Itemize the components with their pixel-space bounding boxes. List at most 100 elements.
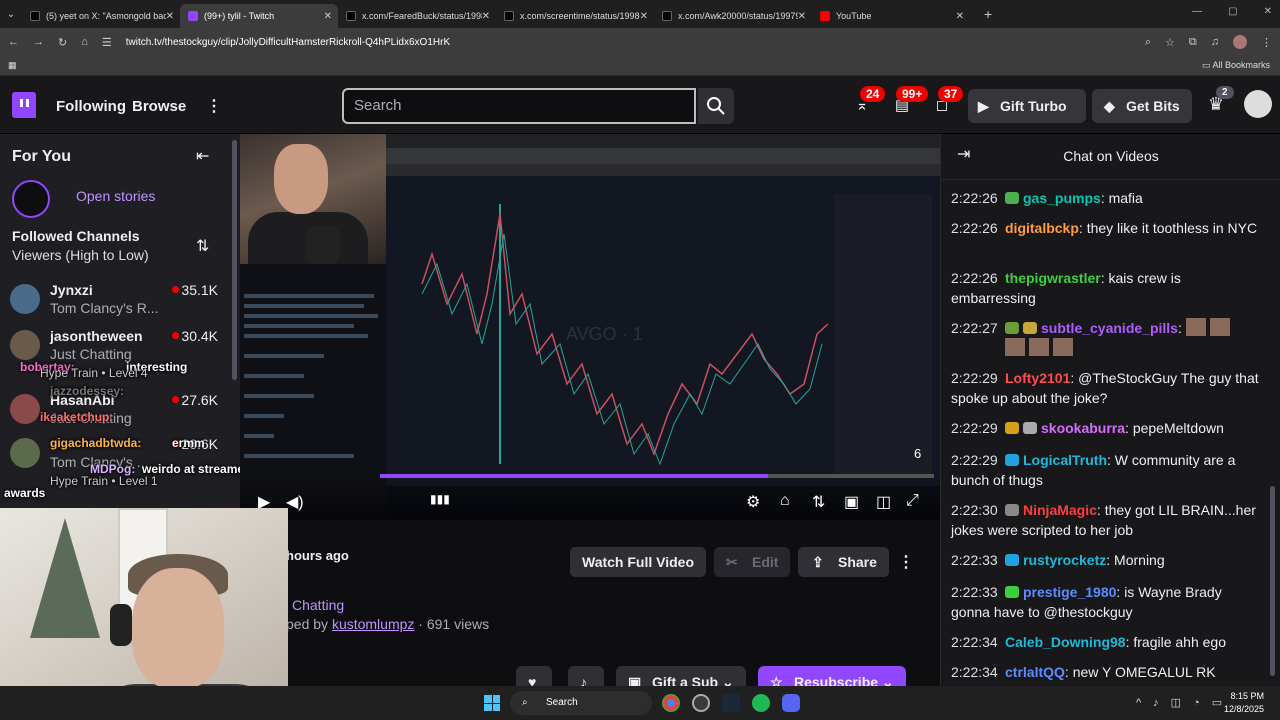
- volume-icon[interactable]: ◀): [286, 492, 304, 512]
- browser-tab-3[interactable]: x.com/FearedBuck/status/1998... ✕: [338, 4, 496, 28]
- chat-scrollbar[interactable]: [1270, 486, 1275, 676]
- settings-gear-icon[interactable]: ⚙: [746, 492, 760, 512]
- chat-username[interactable]: gas_pumps: [1023, 190, 1101, 206]
- category-link[interactable]: Chatting: [292, 597, 344, 613]
- following-link[interactable]: Following: [56, 98, 126, 115]
- mini-player-icon[interactable]: ▣: [844, 492, 859, 512]
- taskbar-clock[interactable]: 8:15 PM 12/8/2025: [1214, 690, 1264, 716]
- bookmark-star-icon[interactable]: ☆: [1165, 36, 1175, 49]
- extensions-icon[interactable]: ⧉: [1189, 36, 1197, 49]
- chat-username[interactable]: skookaburra: [1041, 420, 1125, 436]
- back-icon[interactable]: ←: [8, 36, 19, 48]
- cast-icon[interactable]: ⌂: [780, 492, 790, 510]
- all-bookmarks-link[interactable]: ▭ All Bookmarks: [1202, 60, 1270, 71]
- collapse-sidebar-icon[interactable]: ⇤: [196, 146, 209, 166]
- minimize-icon[interactable]: —: [1192, 6, 1202, 17]
- close-window-icon[interactable]: ✕: [1264, 6, 1272, 17]
- home-icon[interactable]: ⌂: [81, 36, 88, 48]
- clipper-user-link[interactable]: kustomlumpz: [332, 616, 414, 632]
- browser-tab-2[interactable]: (99+) tylil - Twitch ✕: [180, 4, 338, 28]
- zoom-icon[interactable]: ⌕: [1145, 36, 1151, 49]
- message-time: 2:22:34: [951, 664, 998, 680]
- share-label: Share: [838, 554, 877, 570]
- edit-button[interactable]: ✂ Edit: [714, 547, 791, 577]
- obs-icon[interactable]: [692, 694, 710, 712]
- new-tab-icon[interactable]: +: [984, 6, 992, 22]
- whispers-badge: 37: [938, 86, 964, 102]
- clipped-by-line: ped by kustomlumpz · 691 views: [286, 616, 489, 632]
- apps-grid-icon[interactable]: ▦: [8, 60, 17, 71]
- more-options-icon[interactable]: ⋮: [898, 552, 914, 572]
- browse-link[interactable]: Browse: [132, 98, 186, 115]
- close-tab-icon[interactable]: ✕: [640, 11, 648, 22]
- search-input[interactable]: Search: [342, 88, 696, 124]
- gift-turbo-button[interactable]: ▶ Gift Turbo: [968, 89, 1086, 123]
- discord-icon[interactable]: [782, 694, 800, 712]
- message-time: 2:22:29: [951, 452, 998, 468]
- open-stories-link[interactable]: Open stories: [76, 188, 155, 204]
- close-tab-icon[interactable]: ✕: [324, 11, 332, 22]
- chat-username[interactable]: subtle_cyanide_pills: [1041, 320, 1178, 336]
- chat-username[interactable]: NinjaMagic: [1023, 502, 1097, 518]
- user-avatar[interactable]: [1244, 90, 1272, 118]
- chat-username[interactable]: LogicalTruth: [1023, 452, 1107, 468]
- get-bits-button[interactable]: ◆ Get Bits: [1092, 89, 1192, 123]
- media-icon[interactable]: ♫: [1211, 36, 1219, 48]
- video-player[interactable]: AVGO · 1 6 ▶ ◀) ▮▮▮ ⚙ ⌂ ⇅ ▣ ◫ ⤢: [240, 134, 940, 520]
- clip-icon[interactable]: ⇅: [812, 492, 825, 512]
- spotify-icon[interactable]: [752, 694, 770, 712]
- search-icon: [707, 97, 725, 115]
- stories-icon[interactable]: [12, 180, 50, 218]
- scissors-icon: ✂: [726, 554, 738, 570]
- browser-tab-4[interactable]: x.com/screentime/status/19980... ✕: [496, 4, 654, 28]
- url-field[interactable]: twitch.tv/thestockguy/clip/JollyDifficul…: [126, 37, 1131, 48]
- reload-icon[interactable]: ↻: [58, 36, 67, 49]
- chat-username[interactable]: digitalbckp: [1005, 220, 1079, 236]
- chat-badge-icon: [1005, 422, 1019, 434]
- close-tab-icon[interactable]: ✕: [482, 11, 490, 22]
- overlay-hype-train: Hype Train • Level 1: [50, 474, 158, 488]
- message-time: 2:22:30: [951, 502, 998, 518]
- message-time: 2:22:33: [951, 584, 998, 600]
- chat-username[interactable]: ctrlaltQQ: [1005, 664, 1065, 680]
- close-tab-icon[interactable]: ✕: [956, 11, 964, 22]
- browser-menu-icon[interactable]: ⋮: [1261, 36, 1272, 49]
- close-tab-icon[interactable]: ✕: [798, 11, 806, 22]
- chat-message: 2:22:29 skookaburra: pepeMeltdown: [951, 420, 1224, 436]
- chat-username[interactable]: Lofty2101: [1005, 370, 1070, 386]
- search-button[interactable]: [698, 88, 734, 124]
- x-favicon-icon: [662, 11, 672, 21]
- theatre-mode-icon[interactable]: ◫: [876, 492, 891, 512]
- browser-tab-5[interactable]: x.com/Awk20000/status/19979... ✕: [654, 4, 812, 28]
- profile-avatar[interactable]: [1233, 35, 1247, 49]
- more-options-icon[interactable]: ⋮: [206, 96, 222, 116]
- steam-icon[interactable]: [722, 694, 740, 712]
- watch-full-video-button[interactable]: Watch Full Video: [570, 547, 707, 577]
- share-button[interactable]: ⇪ Share: [798, 547, 889, 577]
- forward-icon[interactable]: →: [33, 36, 44, 48]
- message-time: 2:22:34: [951, 634, 998, 650]
- twitch-logo-icon[interactable]: [12, 92, 36, 118]
- close-tab-icon[interactable]: ✕: [166, 11, 174, 22]
- chat-message: 2:22:26 thepigwrastler: kais crew is emba…: [951, 270, 1181, 306]
- sort-icon[interactable]: ⇅: [196, 236, 209, 256]
- browser-tab-6[interactable]: YouTube ✕: [812, 4, 970, 28]
- sidebar-scrollbar[interactable]: [232, 140, 237, 380]
- message-time: 2:22:26: [951, 190, 998, 206]
- browser-tab-1[interactable]: (5) yeet on X: "Asmongold bac... ✕: [22, 4, 180, 28]
- fullscreen-icon[interactable]: ⤢: [906, 492, 919, 510]
- windows-start-icon[interactable]: [484, 695, 500, 711]
- site-info-icon[interactable]: ☰: [102, 36, 112, 49]
- avatar: [10, 438, 40, 468]
- chrome-icon[interactable]: [662, 694, 680, 712]
- sidebar-channel-jynxzi[interactable]: Jynxzi Tom Clancy's R... 35.1K: [10, 280, 230, 324]
- prime-badge-icon: [1005, 454, 1019, 466]
- chat-username[interactable]: rustyrocketz: [1023, 552, 1106, 568]
- tab-search-icon[interactable]: ⌄: [0, 9, 22, 20]
- chat-username[interactable]: thepigwrastler: [1005, 270, 1101, 286]
- share-icon: ⇪: [812, 554, 824, 570]
- chat-username[interactable]: Caleb_Downing98: [1005, 634, 1126, 650]
- chat-username[interactable]: prestige_1980: [1023, 584, 1116, 600]
- maximize-icon[interactable]: ▢: [1228, 6, 1237, 17]
- taskbar-search[interactable]: ⌕ Search: [510, 691, 652, 715]
